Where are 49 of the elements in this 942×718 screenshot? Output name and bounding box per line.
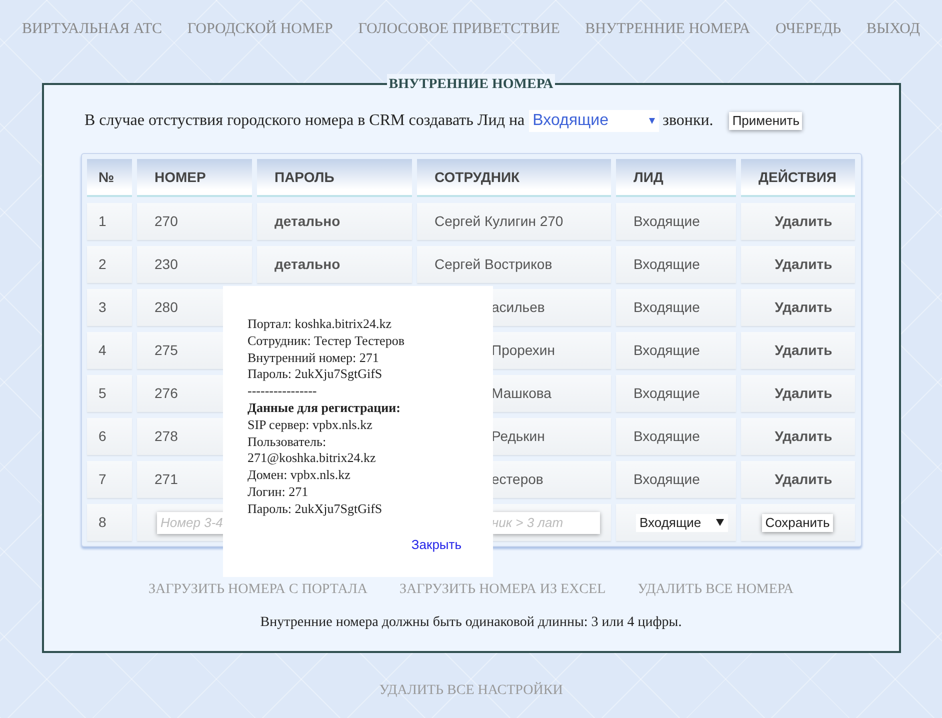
popup-line: 271@koshka.bitrix24.kz — [248, 450, 377, 468]
column-header: № — [86, 159, 132, 197]
popup-line: Портал: koshka.bitrix24.kz — [248, 316, 393, 333]
extension-number: 280 — [154, 298, 178, 317]
popup-line: Логин: 271 — [248, 484, 310, 501]
popup-line: Пользователь: — [248, 434, 328, 450]
extension-number: 230 — [154, 255, 178, 274]
row-number: 2 — [98, 255, 106, 274]
popup-line: Пароль: 2ukXju7SgtGifS — [248, 366, 384, 384]
row-number: 7 — [98, 470, 106, 489]
employee-name: Прорехин — [492, 341, 555, 360]
extension-number: 271 — [154, 470, 178, 489]
row-number: 5 — [98, 384, 106, 403]
popup-line: ---------------- — [248, 383, 318, 400]
row-number: 6 — [98, 427, 106, 446]
extension-number: 278 — [154, 427, 178, 446]
employee-name: Редькин — [492, 427, 545, 446]
lead-type: Входящие — [634, 212, 700, 231]
popup-heading: Данные для регистрации: — [248, 400, 402, 417]
crm-rule-suffix: звонки. — [662, 111, 714, 131]
lead-type: Входящие — [634, 255, 700, 274]
popup-line: Домен: vpbx.nls.kz — [248, 467, 352, 484]
row-number: 1 — [98, 212, 106, 231]
popup-line: SIP сервер: vpbx.nls.kz — [248, 416, 374, 434]
lead-type: Входящие — [634, 341, 700, 360]
crm-rule-text: В случае отстуствия городского номера в CRM создавать Лид на — [84, 111, 525, 131]
employee-name: естеров — [492, 470, 544, 489]
column-header: СОТРУДНИК — [416, 159, 610, 197]
row-number: 3 — [98, 298, 106, 317]
employee-name: асильев — [492, 298, 545, 317]
column-header: ЛИД — [616, 159, 736, 197]
employee-name: Сергей Востриков — [434, 255, 552, 274]
lead-type: Входящие — [634, 298, 700, 317]
popup-line: Внутренний номер: 271 — [248, 350, 380, 366]
note-text: Внутренние номера должны быть одинаковой длинны: 3 или 4 цифры. — [260, 614, 682, 632]
employee-name: Машкова — [492, 384, 552, 403]
column-header: ПАРОЛЬ — [256, 159, 412, 197]
employee-name: Сергей Кулигин 270 — [434, 212, 564, 231]
column-header: НОМЕР — [136, 159, 252, 197]
extension-number: 276 — [154, 384, 178, 403]
lead-type: Входящие — [634, 470, 700, 489]
lead-type: Входящие — [634, 384, 700, 403]
lead-type: Входящие — [634, 427, 700, 446]
column-header: ДЕЙСТВИЯ — [740, 159, 854, 197]
extension-number: 270 — [154, 212, 178, 231]
popup-line: Сотрудник: Тестер Тестеров — [248, 332, 406, 350]
extension-number: 275 — [154, 341, 178, 360]
row-number: 8 — [98, 513, 106, 532]
row-number: 4 — [98, 341, 106, 360]
